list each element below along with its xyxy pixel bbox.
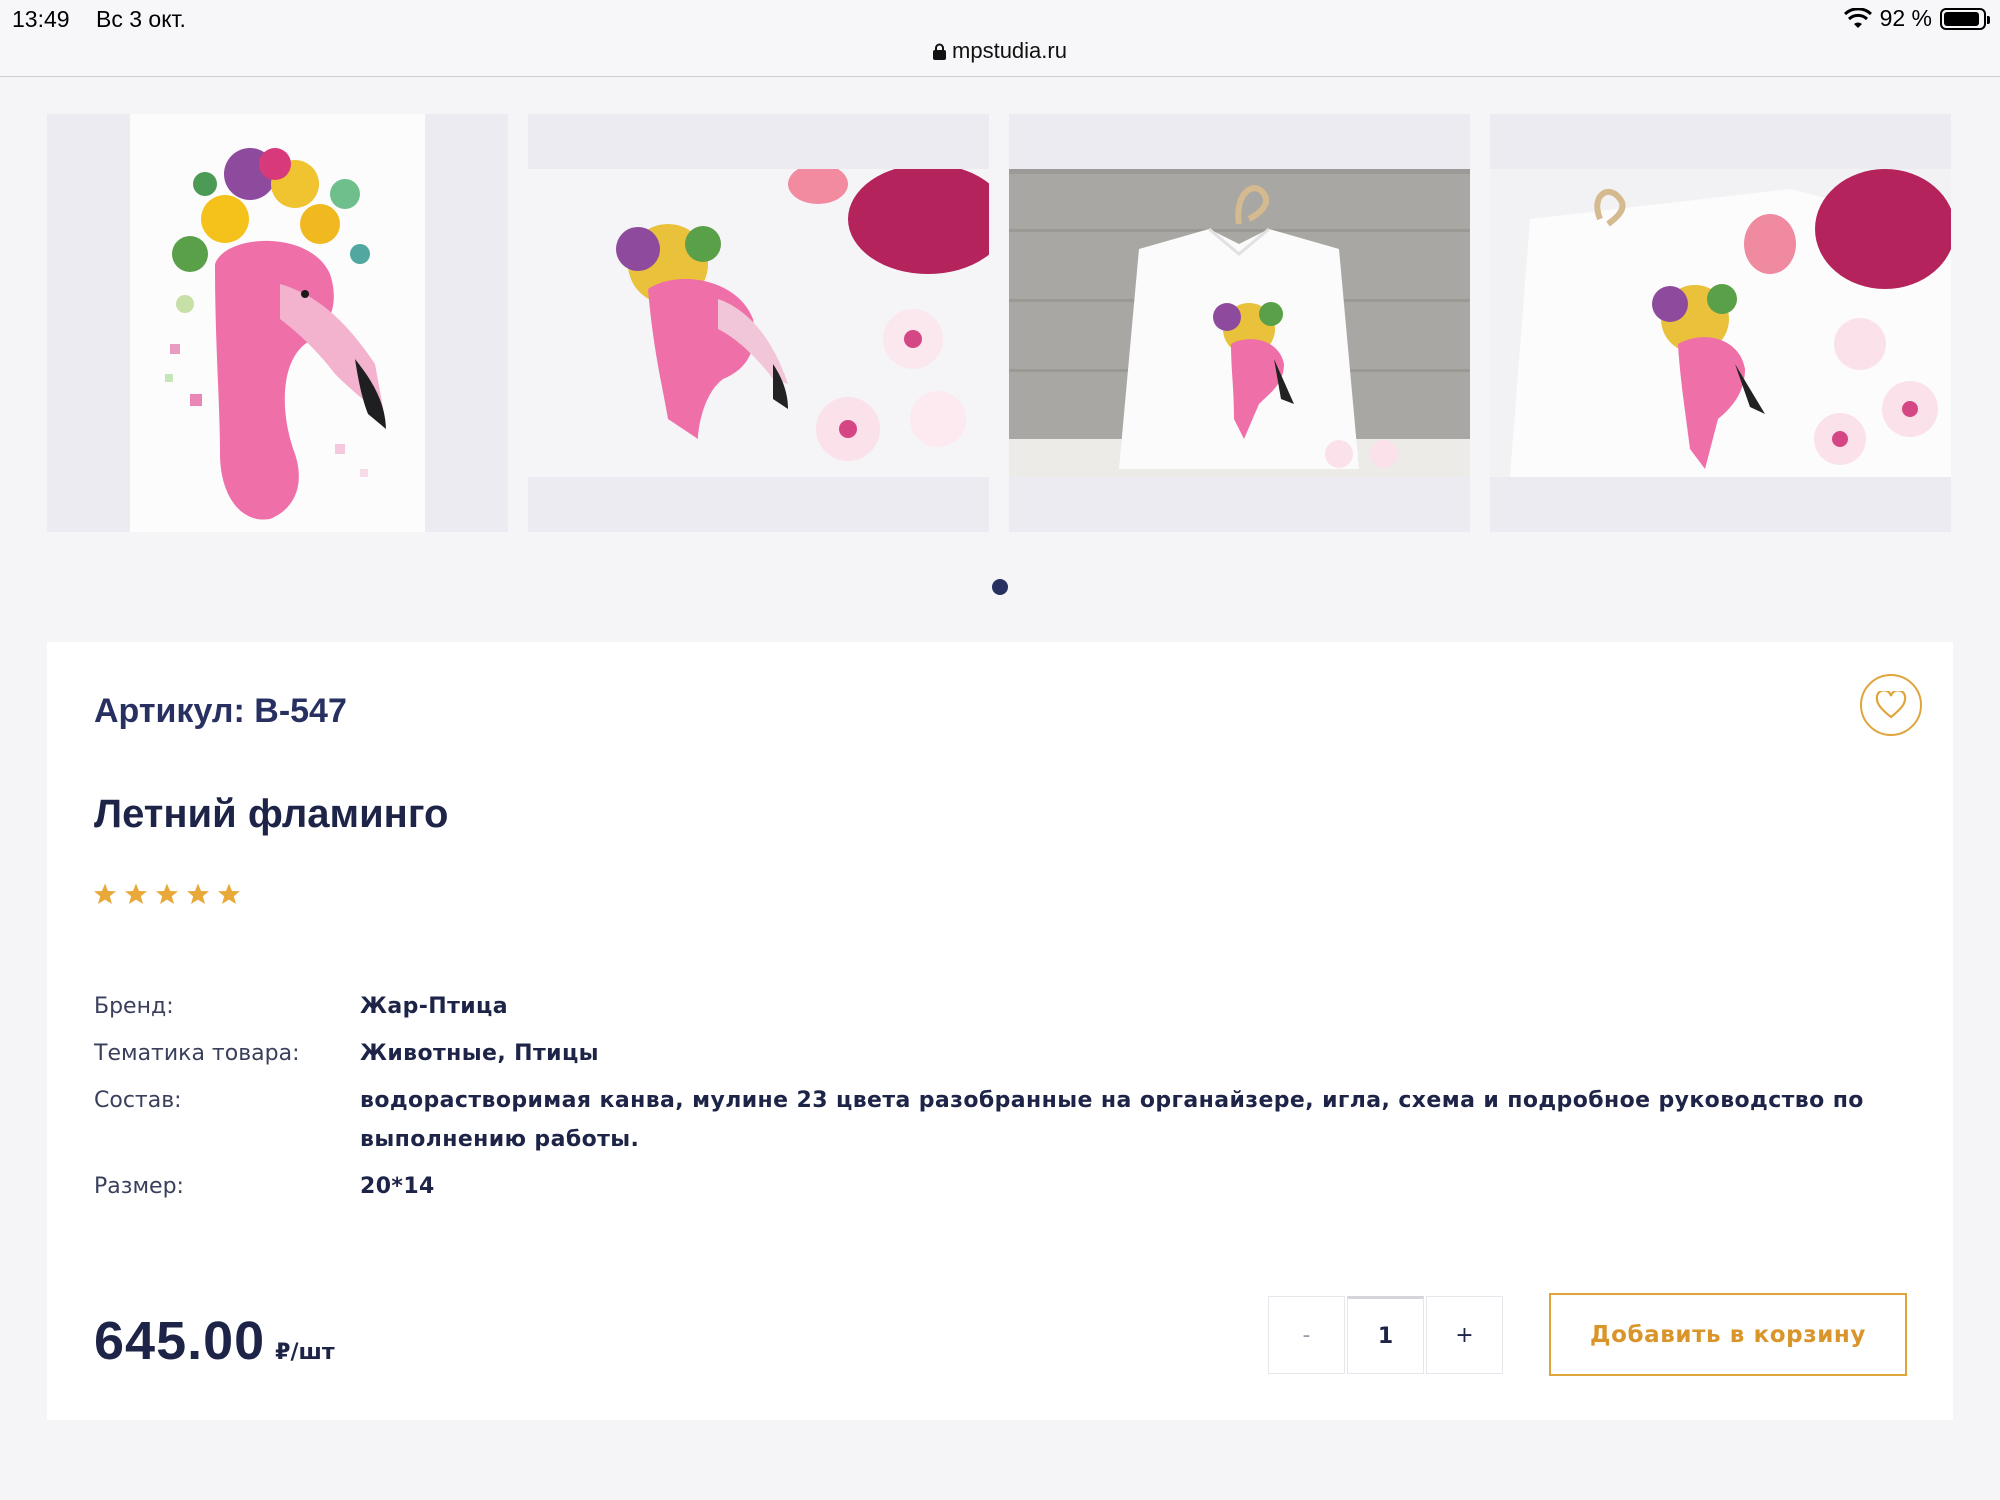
spec-row: Состав: водорастворимая канва, мулине 23… [94, 1081, 1924, 1159]
status-bar: 13:49 Вс 3 окт. 92 % mpstudia.ru [0, 0, 2000, 77]
rating-stars [93, 882, 241, 906]
spec-row: Тематика товара: Животные, Птицы [94, 1034, 1924, 1073]
gallery-slide[interactable] [1490, 114, 1951, 532]
status-date: Вс 3 окт. [96, 6, 186, 32]
star-icon [156, 883, 178, 904]
gallery-slide[interactable] [1009, 114, 1470, 532]
quantity-stepper: - + [1268, 1296, 1503, 1374]
spec-value: 20*14 [360, 1174, 435, 1199]
star-icon [125, 883, 147, 904]
price-unit: ₽/шт [275, 1340, 335, 1365]
product-image [1490, 169, 1951, 477]
star-icon [94, 883, 116, 904]
spec-value: Животные, Птицы [360, 1041, 599, 1066]
gallery-slide[interactable] [528, 114, 989, 532]
status-time: 13:49 [12, 6, 70, 32]
product-specs: Бренд: Жар-Птица Тематика товара: Животн… [94, 987, 1924, 1214]
address-bar[interactable]: mpstudia.ru [0, 38, 2000, 64]
lock-icon [933, 43, 947, 60]
url-text: mpstudia.ru [952, 38, 1067, 63]
quantity-input[interactable] [1347, 1296, 1424, 1374]
spec-row: Размер: 20*14 [94, 1167, 1924, 1206]
battery-icon [1940, 7, 1990, 30]
product-card: Артикул: B-547 Летний фламинго Бренд: Жа… [47, 642, 1953, 1420]
product-image [1009, 169, 1470, 477]
status-indicators: 92 % [1843, 5, 1990, 32]
increase-quantity-button[interactable]: + [1426, 1296, 1503, 1374]
product-image [130, 114, 425, 532]
decrease-quantity-button[interactable]: - [1268, 1296, 1345, 1374]
product-title: Летний фламинго [94, 792, 449, 836]
gallery-slide[interactable] [47, 114, 508, 532]
add-to-cart-button[interactable]: Добавить в корзину [1549, 1293, 1907, 1376]
product-price: 645.00 ₽/шт [94, 1310, 335, 1372]
battery-percent: 92 % [1879, 5, 1932, 31]
spec-row: Бренд: Жар-Птица [94, 987, 1924, 1026]
spec-value: Жар-Птица [360, 994, 508, 1019]
star-icon [187, 883, 209, 904]
star-icon [218, 883, 240, 904]
spec-value: водорастворимая канва, мулине 23 цвета р… [360, 1088, 1864, 1152]
product-sku: Артикул: B-547 [94, 692, 347, 730]
product-image [528, 169, 989, 477]
wifi-icon [1843, 7, 1872, 28]
heart-icon [1875, 691, 1907, 719]
price-value: 645.00 [94, 1311, 266, 1371]
spec-label: Состав: [94, 1088, 182, 1113]
spec-label: Тематика товара: [94, 1041, 300, 1066]
carousel-dot-active[interactable] [992, 579, 1008, 595]
spec-label: Бренд: [94, 994, 174, 1019]
product-gallery [47, 114, 1951, 532]
favorite-button[interactable] [1860, 674, 1922, 736]
spec-label: Размер: [94, 1174, 184, 1199]
